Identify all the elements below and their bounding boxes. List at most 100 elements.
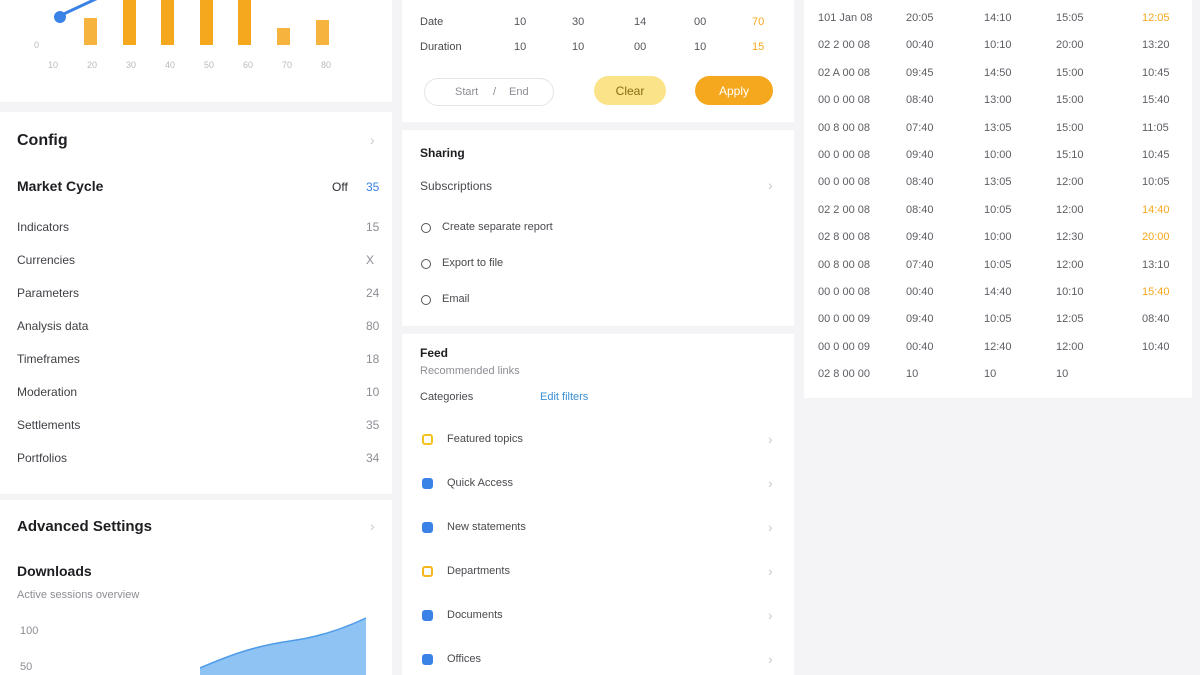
feed-item-icon [422, 434, 433, 445]
mid-cell: 10 [514, 41, 527, 53]
advanced-area-chart [199, 617, 367, 675]
sharing-chevron-icon[interactable]: › [768, 177, 773, 193]
table-cell: 09:45 [906, 66, 934, 79]
range-input[interactable]: Start / End [424, 78, 554, 106]
mid-cell: 00 [634, 41, 647, 53]
feed-item-icon [422, 610, 433, 621]
config-item-value: 18 [366, 352, 380, 366]
table-cell: 09:40 [906, 149, 934, 161]
feed-item-icon [422, 478, 433, 489]
table-cell: 10:00 [984, 149, 1012, 161]
config-item-value: 10 [366, 385, 380, 399]
sharing-option-label[interactable]: Email [442, 293, 470, 305]
top-bar-chart: 0 10 20 30 40 50 60 70 80 [34, 0, 331, 70]
feed-title: Feed [420, 346, 449, 360]
mid-cell: 70 [752, 16, 765, 28]
chevron-right-icon[interactable]: › [768, 607, 773, 623]
x-tick: 40 [165, 60, 175, 70]
bar [316, 20, 329, 45]
table-cell: 10:40 [1142, 340, 1170, 353]
bar [277, 28, 290, 45]
chevron-right-icon[interactable]: › [768, 475, 773, 491]
chevron-right-icon[interactable]: › [768, 563, 773, 579]
config-item-label[interactable]: Moderation [17, 385, 77, 399]
bar [238, 0, 251, 45]
range-from: Start [455, 86, 479, 98]
table-cell: 15:05 [1056, 12, 1084, 24]
table-row-date: 00 0 00 09 [818, 340, 870, 353]
table-cell: 13:05 [984, 121, 1012, 134]
feed-item-label[interactable]: Documents [447, 609, 503, 621]
table-cell: 09:40 [906, 231, 934, 244]
chevron-right-icon[interactable]: › [768, 651, 773, 667]
table-cell: 15:00 [1056, 66, 1084, 79]
table-cell: 20:05 [906, 12, 934, 24]
bar [123, 0, 136, 45]
table-cell: 11:05 [1142, 121, 1169, 134]
config-item-label[interactable]: Indicators [17, 220, 69, 234]
sharing-subtitle[interactable]: Subscriptions [420, 179, 492, 193]
feed-item-label[interactable]: Featured topics [447, 433, 523, 445]
sharing-card: Sharing Subscriptions › Create separate … [402, 130, 794, 326]
clear-button[interactable]: Clear [594, 76, 666, 105]
radio-icon[interactable] [421, 259, 431, 269]
x-tick: 80 [321, 60, 331, 70]
table-row-date: 00 0 00 08 [818, 94, 870, 107]
mid-cell: 10 [514, 16, 527, 28]
config-chevron-icon[interactable]: › [370, 132, 375, 148]
config-item-label[interactable]: Settlements [17, 418, 80, 432]
table-cell: 14:40 [984, 286, 1012, 298]
chevron-right-icon[interactable]: › [768, 519, 773, 535]
table-cell: 00:40 [906, 340, 934, 353]
table-cell: 08:40 [906, 94, 934, 107]
table-cell: 10 [906, 368, 919, 381]
config-item-label[interactable]: Timeframes [17, 352, 80, 366]
sharing-option-label[interactable]: Export to file [442, 257, 503, 269]
mid-cell: 00 [694, 16, 707, 28]
table-row-date: 02 8 00 00 [818, 368, 870, 381]
table-cell: 14:10 [984, 12, 1012, 24]
table-cell: 10:05 [984, 203, 1012, 216]
table-cell: 10:05 [1142, 176, 1170, 189]
feed-item-label[interactable]: Quick Access [447, 477, 513, 489]
config-item-label[interactable]: Currencies [17, 253, 75, 267]
mid-row-label: Date [420, 16, 444, 28]
y-tick: 0 [34, 40, 39, 50]
table-cell: 13:00 [984, 94, 1012, 107]
table-cell: 20:00 [1142, 231, 1170, 244]
radio-icon[interactable] [421, 295, 431, 305]
config-item-label[interactable]: Portfolios [17, 451, 67, 465]
table-cell: 10:45 [1142, 66, 1170, 79]
trend-point [54, 11, 66, 23]
feed-item-label[interactable]: Offices [447, 653, 481, 665]
sharing-option-label[interactable]: Create separate report [442, 221, 553, 233]
table-cell: 12:00 [1056, 203, 1084, 216]
config-item-label[interactable]: Parameters [17, 286, 79, 300]
top-chart-card: 0 10 20 30 40 50 60 70 80 [0, 0, 392, 102]
table-cell: 14:40 [1142, 203, 1170, 216]
table-row-date: 02 A 00 08 [818, 66, 870, 79]
table-cell: 20:00 [1056, 39, 1084, 52]
bar [161, 0, 174, 45]
feed-item-label[interactable]: Departments [447, 565, 510, 577]
config-item-value: 80 [366, 319, 380, 333]
table-cell: 15:10 [1056, 149, 1084, 161]
apply-button[interactable]: Apply [695, 76, 773, 105]
radio-icon[interactable] [421, 223, 431, 233]
feed-item-icon [422, 522, 433, 533]
table-cell: 10 [984, 368, 997, 381]
config-item-value: 34 [366, 451, 380, 465]
table-row-date: 00 0 00 08 [818, 176, 870, 189]
mid-cell: 10 [694, 41, 707, 53]
config-item-label[interactable]: Analysis data [17, 319, 88, 333]
table-cell: 12:00 [1056, 176, 1084, 189]
table-cell: 15:00 [1056, 94, 1084, 107]
table-cell: 12:00 [1056, 340, 1084, 353]
config-item-value: 35 [366, 418, 380, 432]
table-cell: 15:40 [1142, 94, 1170, 107]
right-table-card: 101 Jan 08 20:05 14:10 15:05 12:05 02 2 00 08… [804, 0, 1192, 398]
mid-top-card: Date 10 30 14 00 70 Duration 10 10 00 10 15 Start /… [402, 0, 794, 122]
chevron-right-icon[interactable]: › [768, 431, 773, 447]
feed-link-value[interactable]: Edit filters [540, 391, 588, 403]
feed-item-label[interactable]: New statements [447, 521, 526, 533]
